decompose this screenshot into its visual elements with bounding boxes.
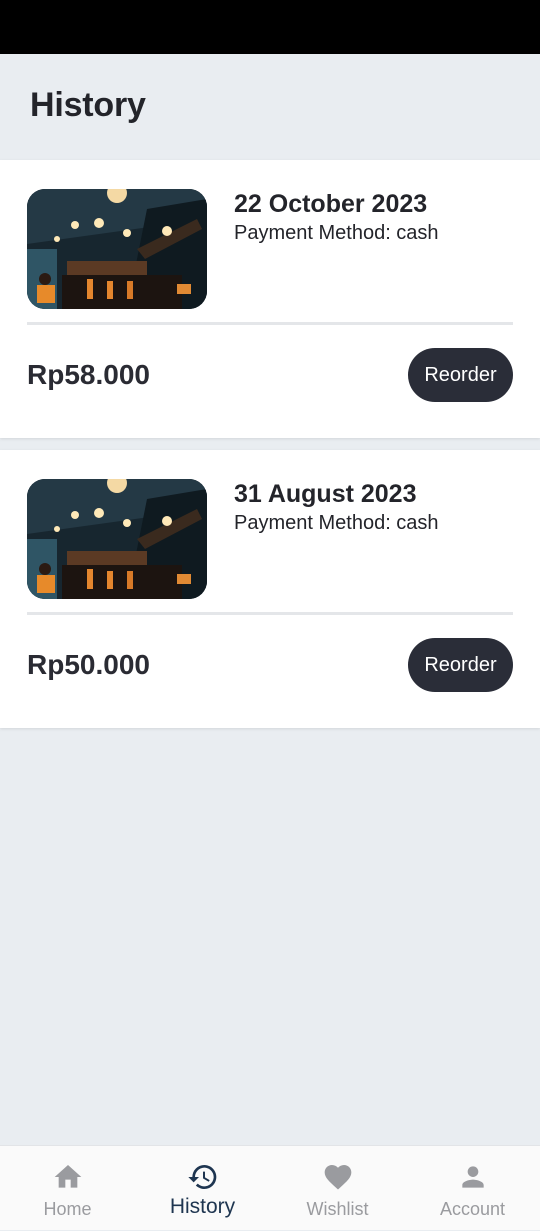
person-icon [457,1161,489,1193]
order-card: 22 October 2023 Payment Method: cash Rp5… [0,160,540,438]
restaurant-thumbnail [27,189,207,309]
order-date: 22 October 2023 [234,190,428,218]
restaurant-thumbnail [27,479,207,599]
order-total: Rp50.000 [27,649,150,680]
divider [27,322,513,325]
reorder-button[interactable]: Reorder [408,638,513,692]
page-title: History [30,86,146,124]
nav-label: Home [43,1199,92,1219]
order-total: Rp58.000 [27,359,150,390]
bottom-nav: Home History Wishlist Account [0,1145,540,1230]
nav-label: Account [439,1199,506,1219]
order-list: 22 October 2023 Payment Method: cash Rp5… [0,160,540,740]
nav-label: Wishlist [306,1199,369,1219]
payment-method: Payment Method: cash [234,512,439,534]
header: History [0,54,540,160]
nav-item-wishlist[interactable]: Wishlist [270,1146,405,1231]
history-icon [187,1161,219,1193]
nav-item-history[interactable]: History [135,1146,270,1231]
nav-label: History [169,1195,236,1218]
reorder-button[interactable]: Reorder [408,348,513,402]
payment-method: Payment Method: cash [234,222,439,244]
order-date: 31 August 2023 [234,480,417,508]
order-card: 31 August 2023 Payment Method: cash Rp50… [0,450,540,728]
nav-item-account[interactable]: Account [405,1146,540,1231]
home-icon [52,1161,84,1193]
heart-icon [322,1161,354,1193]
divider [27,612,513,615]
nav-item-home[interactable]: Home [0,1146,135,1231]
status-bar [0,0,540,54]
